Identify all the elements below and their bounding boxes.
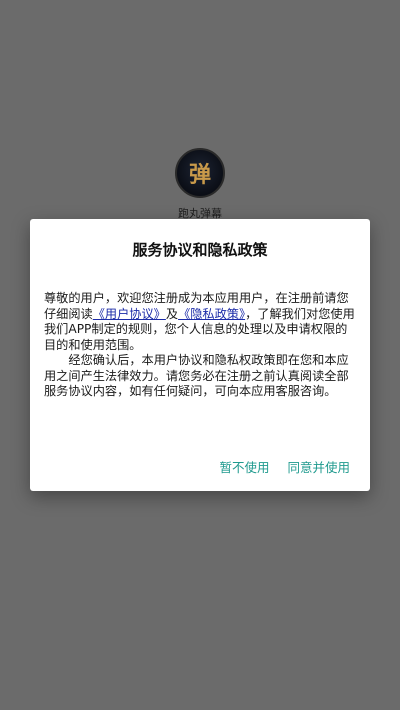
dialog-body: 尊敬的用户，欢迎您注册成为本应用用户，在注册前请您仔细阅读《用户协议》及《隐私政… bbox=[44, 291, 356, 400]
paragraph-1-and: 及 bbox=[165, 306, 179, 321]
privacy-policy-link[interactable]: 《隐私政策》 bbox=[178, 307, 245, 321]
dialog-paragraph-2: 经您确认后，本用户协议和隐私权政策即在您和本应用之间产生法律效力。请您务必在注册… bbox=[44, 353, 349, 398]
app-logo-glyph: 弹 bbox=[188, 162, 211, 188]
dialog-paragraph-1: 尊敬的用户，欢迎您注册成为本应用用户，在注册前请您仔细阅读《用户协议》及《隐私政… bbox=[44, 291, 356, 353]
app-logo: 弹 bbox=[175, 148, 225, 198]
privacy-dialog: 服务协议和隐私政策 尊敬的用户，欢迎您注册成为本应用用户，在注册前请您仔细阅读《… bbox=[30, 219, 370, 491]
dialog-title: 服务协议和隐私政策 bbox=[132, 241, 268, 259]
dialog-actions: 暂不使用 同意并使用 bbox=[219, 457, 350, 476]
accept-button[interactable]: 同意并使用 bbox=[287, 457, 350, 476]
user-agreement-link[interactable]: 《用户协议》 bbox=[93, 307, 166, 321]
decline-button[interactable]: 暂不使用 bbox=[219, 457, 269, 476]
